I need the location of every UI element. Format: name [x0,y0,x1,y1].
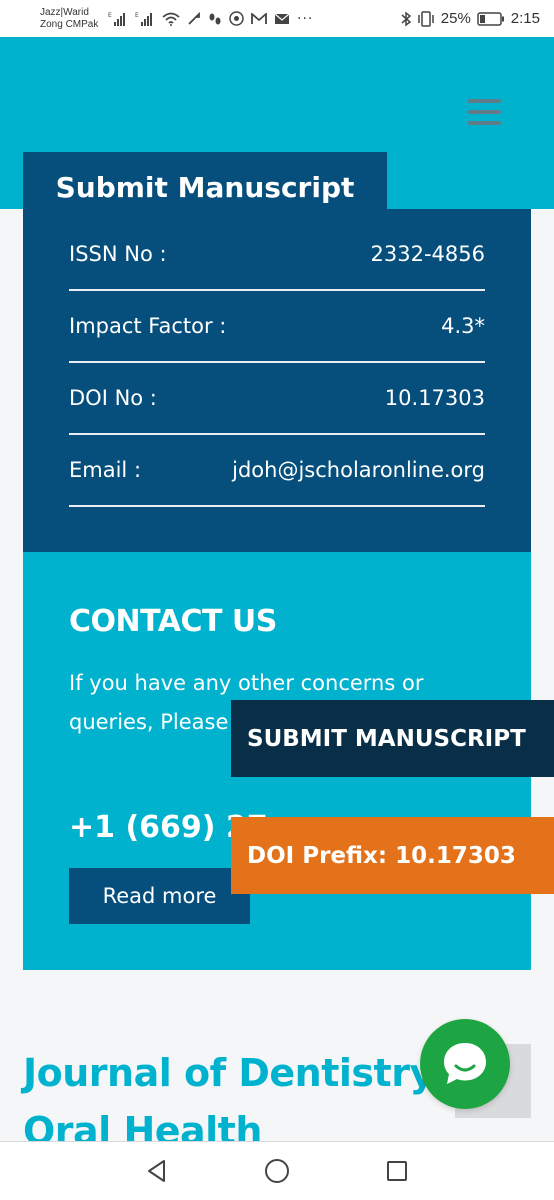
info-label: ISSN No : [69,242,167,266]
vibrate-icon [418,10,434,27]
more-notifications: ··· [297,10,314,27]
svg-text:E: E [135,12,139,19]
home-circle-icon[interactable] [257,1151,297,1191]
mail-icon [274,13,290,24]
info-row-issn: ISSN No : 2332-4856 [69,219,485,291]
status-icons: E E ··· [108,11,313,27]
status-right: 25% 2:15 [401,10,540,27]
battery-icon [477,11,504,26]
carrier-line2: Zong CMPak [40,18,99,30]
contact-title: CONTACT US [69,604,277,639]
info-value: 10.17303 [384,386,485,410]
journal-info-card: ISSN No : 2332-4856 Impact Factor : 4.3*… [23,209,531,552]
chat-icon[interactable] [420,1019,510,1109]
email-link[interactable]: jdoh@jscholaronline.org [232,458,485,482]
carrier-label: Jazz|Warid Zong CMPak [40,7,102,31]
info-row-email: Email : jdoh@jscholaronline.org [69,435,485,507]
info-label: Email : [69,458,142,482]
clock: 2:15 [510,10,540,27]
recents-square-icon[interactable] [377,1151,417,1191]
hamburger-icon[interactable] [468,99,501,125]
tool-icon [188,11,200,25]
site-header: Submit Manuscript [0,37,554,223]
back-triangle-icon[interactable] [137,1151,177,1191]
info-row-impact-factor: Impact Factor : 4.3* [69,291,485,363]
info-label: DOI No : [69,386,157,410]
gmail-icon [251,12,267,24]
chat-bubble-icon [444,1043,486,1084]
battery-percent: 25% [440,10,471,27]
status-bar: Jazz|Warid Zong CMPak E E ··· 25% 2:15 [0,0,554,37]
svg-text:E: E [108,12,112,19]
floating-submit-manuscript-button[interactable]: SUBMIT MANUSCRIPT [231,700,554,777]
floating-doi-prefix-button[interactable]: DOI Prefix: 10.17303 [231,817,554,894]
footprint-icon [209,13,221,24]
read-more-button[interactable]: Read more [69,868,250,924]
bluetooth-icon [401,11,411,26]
signal-icon-2: E [135,12,152,26]
app-icon [229,11,244,26]
info-label: Impact Factor : [69,314,227,338]
info-row-doi: DOI No : 10.17303 [69,363,485,435]
info-value: 2332-4856 [370,242,485,266]
carrier-line1: Jazz|Warid [40,6,89,18]
wifi-icon [162,12,180,26]
android-nav-bar [0,1141,554,1200]
info-value: 4.3* [441,314,485,338]
signal-icon: E [108,12,125,26]
